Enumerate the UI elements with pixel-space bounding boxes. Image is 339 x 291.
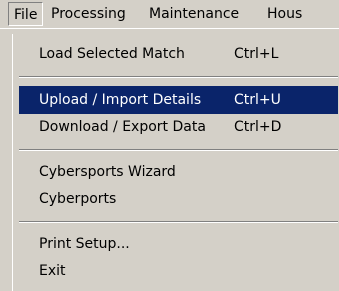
menu-item-label: Cyberports	[39, 191, 117, 207]
menu-processing[interactable]: Processing	[51, 5, 126, 23]
menu-item-load-selected-match[interactable]: Load Selected Match Ctrl+L	[19, 40, 338, 68]
menu-separator	[19, 149, 338, 151]
menu-item-upload-import-details[interactable]: Upload / Import Details Ctrl+U	[19, 86, 338, 114]
menu-separator	[19, 221, 338, 223]
menu-separator	[19, 76, 338, 78]
menu-item-shortcut: Ctrl+U	[234, 92, 281, 108]
menu-item-shortcut: Ctrl+D	[234, 119, 282, 135]
menu-item-cyberports[interactable]: Cyberports	[19, 185, 338, 213]
menu-bar: File Processing Maintenance Hous	[0, 0, 339, 29]
menu-maintenance[interactable]: Maintenance	[149, 5, 239, 23]
menu-item-print-setup[interactable]: Print Setup...	[19, 230, 338, 258]
menu-item-label: Load Selected Match	[39, 46, 185, 62]
menu-housekeeping[interactable]: Hous	[267, 5, 302, 23]
menu-item-exit[interactable]: Exit	[19, 257, 338, 285]
menu-file[interactable]: File	[8, 2, 44, 26]
menu-item-label: Exit	[39, 263, 66, 279]
menu-item-label: Upload / Import Details	[39, 92, 202, 108]
menu-item-cybersports-wizard[interactable]: Cybersports Wizard	[19, 158, 338, 186]
menu-item-label: Download / Export Data	[39, 119, 206, 135]
menu-item-download-export-data[interactable]: Download / Export Data Ctrl+D	[19, 113, 338, 141]
file-menu-dropdown: Load Selected Match Ctrl+L Upload / Impo…	[12, 34, 339, 291]
menu-item-shortcut: Ctrl+L	[234, 46, 279, 62]
menu-item-label: Print Setup...	[39, 236, 130, 252]
menu-item-label: Cybersports Wizard	[39, 164, 176, 180]
